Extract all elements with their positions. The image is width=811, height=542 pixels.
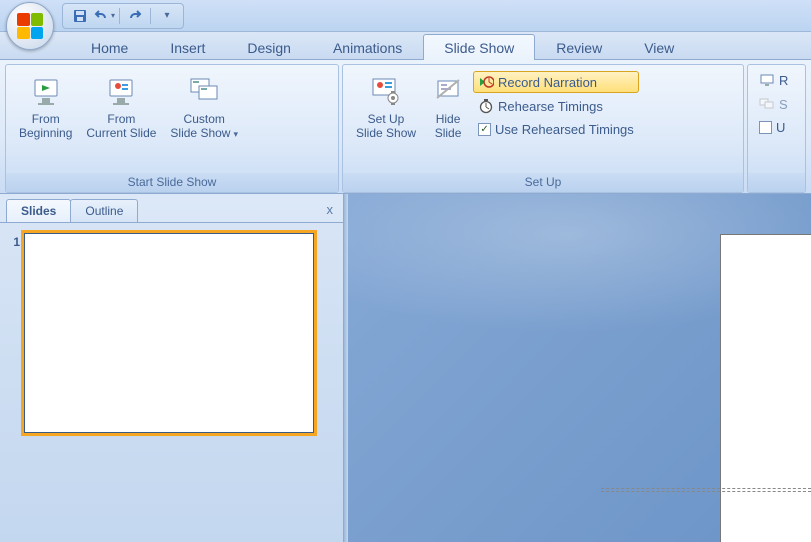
pane-tabs: Slides Outline x — [0, 194, 343, 222]
pane-tab-outline[interactable]: Outline — [70, 199, 138, 222]
group-set-up: Set Up Slide Show Hide Slide Record Narr… — [342, 64, 744, 193]
rehearse-timings-icon — [478, 98, 494, 114]
from-beginning-icon — [29, 74, 63, 108]
record-narration-label: Record Narration — [498, 75, 597, 90]
qat-customize-button[interactable]: ▾ — [155, 6, 177, 26]
tab-home[interactable]: Home — [70, 34, 149, 60]
slide-number: 1 — [8, 233, 20, 249]
checkbox-icon — [759, 121, 772, 134]
slide-editor[interactable] — [348, 194, 811, 542]
partial-row-1[interactable]: R — [754, 69, 793, 91]
tab-view[interactable]: View — [623, 34, 695, 60]
hide-slide-icon — [431, 74, 465, 108]
slide-thumbnail[interactable] — [24, 233, 314, 433]
rehearse-timings-button[interactable]: Rehearse Timings — [473, 95, 639, 117]
custom-slide-show-icon — [187, 74, 221, 108]
save-icon — [72, 8, 88, 24]
partial-label-1: R — [779, 73, 788, 88]
undo-button[interactable]: ▾ — [93, 6, 115, 26]
chevron-down-icon: ▾ — [233, 129, 238, 139]
from-beginning-label: From Beginning — [19, 112, 72, 141]
slide-thumbnail-item[interactable]: 1 — [8, 233, 335, 433]
quick-access-toolbar: ▾ ▾ — [62, 3, 184, 29]
set-up-slide-show-label: Set Up Slide Show — [356, 112, 416, 141]
partial-label-2: S — [779, 97, 788, 112]
group-label — [748, 173, 805, 192]
from-beginning-button[interactable]: From Beginning — [12, 69, 79, 144]
from-current-slide-button[interactable]: From Current Slide — [79, 69, 163, 144]
redo-button[interactable] — [124, 6, 146, 26]
use-rehearsed-timings-label: Use Rehearsed Timings — [495, 122, 634, 137]
group-label: Start Slide Show — [6, 173, 338, 192]
use-rehearsed-timings-checkbox[interactable]: ✓ Use Rehearsed Timings — [473, 119, 639, 140]
from-current-slide-label: From Current Slide — [86, 112, 156, 141]
set-up-slide-show-button[interactable]: Set Up Slide Show — [349, 69, 423, 144]
set-up-slide-show-icon — [369, 74, 403, 108]
custom-slide-show-button[interactable]: Custom Slide Show▾ — [163, 69, 245, 144]
tab-insert[interactable]: Insert — [149, 34, 226, 60]
group-label: Set Up — [343, 173, 743, 192]
monitor-icon — [759, 72, 775, 88]
hide-slide-label: Hide Slide — [435, 112, 462, 141]
redo-icon — [127, 8, 143, 24]
from-current-slide-icon — [104, 74, 138, 108]
ribbon-tabs: Home Insert Design Animations Slide Show… — [0, 32, 811, 60]
group-monitors-partial: R S U — [747, 64, 806, 193]
office-logo-icon — [17, 13, 43, 39]
office-button[interactable] — [6, 2, 54, 50]
separator — [150, 8, 151, 24]
record-narration-icon — [478, 74, 494, 90]
tab-animations[interactable]: Animations — [312, 34, 423, 60]
save-button[interactable] — [69, 6, 91, 26]
group-start-slide-show: From Beginning From Current Slide Custom… — [5, 64, 339, 193]
tab-review[interactable]: Review — [535, 34, 623, 60]
slide-canvas[interactable] — [720, 234, 811, 542]
partial-row-2[interactable]: S — [754, 93, 793, 115]
slide-thumbnails: 1 — [0, 222, 343, 542]
pane-close-button[interactable]: x — [327, 202, 334, 217]
ribbon: From Beginning From Current Slide Custom… — [0, 60, 811, 194]
undo-icon — [93, 8, 109, 24]
content-area: Slides Outline x 1 — [0, 194, 811, 542]
record-narration-button[interactable]: Record Narration — [473, 71, 639, 93]
pane-tab-slides[interactable]: Slides — [6, 199, 71, 222]
checkbox-icon: ✓ — [478, 123, 491, 136]
chevron-down-icon: ▾ — [111, 11, 115, 20]
slides-outline-pane: Slides Outline x 1 — [0, 194, 344, 542]
placeholder-handle[interactable] — [601, 488, 811, 492]
hide-slide-button[interactable]: Hide Slide — [423, 69, 473, 144]
partial-label-3: U — [776, 120, 785, 135]
tab-design[interactable]: Design — [226, 34, 312, 60]
monitor-icon — [759, 96, 775, 112]
separator — [119, 8, 120, 24]
partial-row-3[interactable]: U — [754, 117, 790, 138]
custom-slide-show-label: Custom Slide Show▾ — [170, 112, 238, 141]
title-bar: ▾ ▾ — [0, 0, 811, 32]
rehearse-timings-label: Rehearse Timings — [498, 99, 603, 114]
tab-slide-show[interactable]: Slide Show — [423, 34, 535, 60]
chevron-down-icon: ▾ — [164, 10, 169, 21]
